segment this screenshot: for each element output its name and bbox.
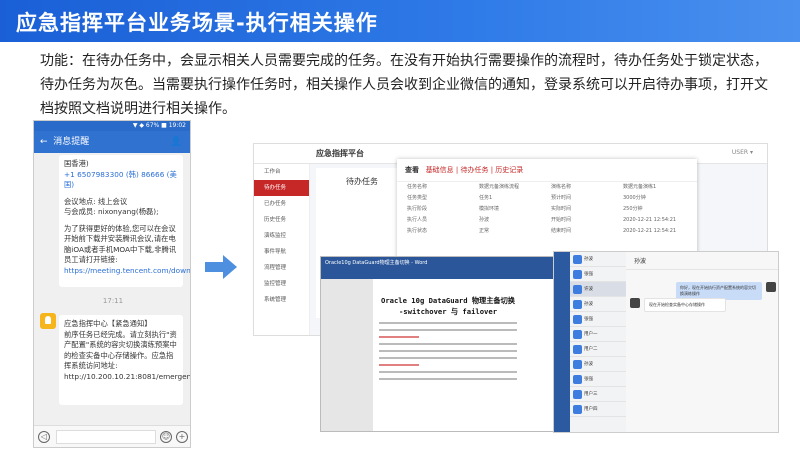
- dialog-title: 查看: [405, 166, 419, 174]
- chat-contact[interactable]: 用户三: [570, 387, 626, 402]
- chat-conversation: 孙波 你好，现在开始执行资产配置系统的容灾切换演练操作 现在开始检查实备中心存储…: [626, 252, 778, 432]
- sidebar-item[interactable]: 事件导航: [254, 244, 309, 260]
- phone-text-input[interactable]: [56, 430, 156, 444]
- dialog-row: 执行状态 正常 结束时间 2020-12-21 12:54:21: [407, 228, 677, 234]
- doc-title-2: -switchover 与 failover: [398, 307, 498, 316]
- phone-status-bar: ▼ ◆ 67% ■ 19:02: [34, 121, 190, 131]
- avatar: [630, 298, 640, 308]
- word-page: Oracle 10g DataGuard 物理主备切换 -switchover 与…: [373, 283, 523, 431]
- title-bar: 应急指挥平台业务场景-执行相关操作: [0, 0, 800, 42]
- msg1-line: 为了获得更好的体验,您可以在会议开始前下载并安装腾讯会议,请在电脑iOA或者手机…: [64, 223, 177, 265]
- chat-contact-list: 孙波 张强 许波 孙波 张强 用户一 用户二 孙波 张强 用户三 用户四: [570, 252, 626, 432]
- msg1-meeting-link[interactable]: https://meeting.tencent.com/download.htm…: [64, 266, 190, 277]
- msg1-line: 会议地点: 线上会议: [64, 196, 128, 206]
- sidebar-item[interactable]: 已办任务: [254, 196, 309, 212]
- msg1-line: 与会成员: nixonyang(杨磊);: [64, 207, 159, 216]
- dialog-row: 任务名称 数据元备演练流程 演练名称 数据元备演练1: [407, 184, 657, 190]
- phone-header-title: 消息提醒: [53, 137, 90, 147]
- chat-contact-name: 孙波: [626, 252, 778, 270]
- chat-contact[interactable]: 用户二: [570, 342, 626, 357]
- chat-nav-bar: [554, 252, 570, 432]
- chat-message-received: 现在开始检查实备中心存储操作: [644, 298, 726, 312]
- phone-input-bar: ◁ ☺ +: [34, 425, 190, 447]
- chat-screenshot: 孙波 张强 许波 孙波 张强 用户一 用户二 孙波 张强 用户三 用户四 孙波 …: [553, 251, 779, 433]
- dialog-row: 任务类型 任务1 预计时间 3000分钟: [407, 195, 646, 201]
- user-menu[interactable]: USER ▾: [732, 149, 753, 156]
- sidebar-item-todo[interactable]: 待办任务: [254, 180, 309, 196]
- doc-title-1: Oracle 10g DataGuard 物理主备切换: [381, 296, 515, 305]
- bell-avatar-icon: [40, 313, 56, 329]
- chat-contact[interactable]: 孙波: [570, 252, 626, 267]
- chat-contact[interactable]: 用户四: [570, 402, 626, 417]
- chat-contact-selected[interactable]: 许波: [570, 282, 626, 297]
- msg1-phone-link[interactable]: +1 6507983300 (韩) 86666 (美国): [64, 170, 178, 191]
- sidebar-item[interactable]: 流程管理: [254, 260, 309, 276]
- chat-contact[interactable]: 张强: [570, 312, 626, 327]
- sidebar-item[interactable]: 监控管理: [254, 276, 309, 292]
- sidebar-item[interactable]: 历史任务: [254, 212, 309, 228]
- webapp-sidebar: 工作台 待办任务 已办任务 历史任务 演练监控 事件导航 流程管理 监控管理 系…: [254, 164, 310, 335]
- person-icon[interactable]: 👤: [171, 131, 182, 153]
- word-window-title: Oracle10g DataGuard物理主备切换 - Word: [325, 260, 428, 266]
- sidebar-item[interactable]: 演练监控: [254, 228, 309, 244]
- msg2-title: 应急指挥中心【紧急通知】: [64, 319, 152, 328]
- chat-contact[interactable]: 孙波: [570, 297, 626, 312]
- main-heading: 待办任务: [346, 177, 378, 186]
- chat-contact[interactable]: 孙波: [570, 357, 626, 372]
- chat-contact[interactable]: 用户一: [570, 327, 626, 342]
- voice-icon[interactable]: ◁: [38, 431, 50, 443]
- sidebar-item[interactable]: 工作台: [254, 164, 309, 180]
- chat-contact[interactable]: 张强: [570, 372, 626, 387]
- message-bubble-1: 国香港) +1 6507983300 (韩) 86666 (美国) 会议地点: …: [59, 155, 190, 287]
- avatar: [766, 282, 776, 292]
- page-title: 应急指挥平台业务场景-执行相关操作: [16, 11, 378, 35]
- chat-contact[interactable]: 张强: [570, 267, 626, 282]
- back-arrow-icon[interactable]: ←: [40, 137, 48, 147]
- phone-header: ← 消息提醒 👤: [34, 131, 190, 153]
- message-bubble-2: 应急指挥中心【紧急通知】 前序任务已经完成。请立刻执行"资产配置"系统的容灾切换…: [59, 315, 191, 405]
- msg2-body: 前序任务已经完成。请立刻执行"资产配置"系统的容灾切换演练预案中的检查实备中心存…: [64, 329, 191, 381]
- dialog-sub[interactable]: 基础信息 | 待办任务 | 历史记录: [426, 166, 524, 174]
- emoji-icon[interactable]: ☺: [160, 431, 172, 443]
- phone-screenshot: ▼ ◆ 67% ■ 19:02 ← 消息提醒 👤 国香港) +1 6507983…: [33, 120, 191, 448]
- dialog-header: 查看 基础信息 | 待办任务 | 历史记录: [397, 159, 697, 182]
- word-screenshot: Oracle10g DataGuard物理主备切换 - Word Oracle …: [320, 256, 563, 432]
- dialog-row: 执行阶段 模拟环境 实际时间 250分钟: [407, 206, 643, 212]
- message-time: 17:11: [102, 297, 124, 305]
- plus-icon[interactable]: +: [176, 431, 188, 443]
- word-ribbon: Oracle10g DataGuard物理主备切换 - Word: [321, 257, 562, 279]
- word-margin: [321, 279, 373, 431]
- sidebar-item[interactable]: 系统管理: [254, 292, 309, 308]
- description-text: 功能：在待办任务中，会显示相关人员需要完成的任务。在没有开始执行需要操作的流程时…: [40, 53, 768, 117]
- dialog-row: 执行人员 孙波 开始时间 2020-12-21 12:54:21: [407, 217, 677, 223]
- msg1-line: 国香港): [64, 159, 89, 168]
